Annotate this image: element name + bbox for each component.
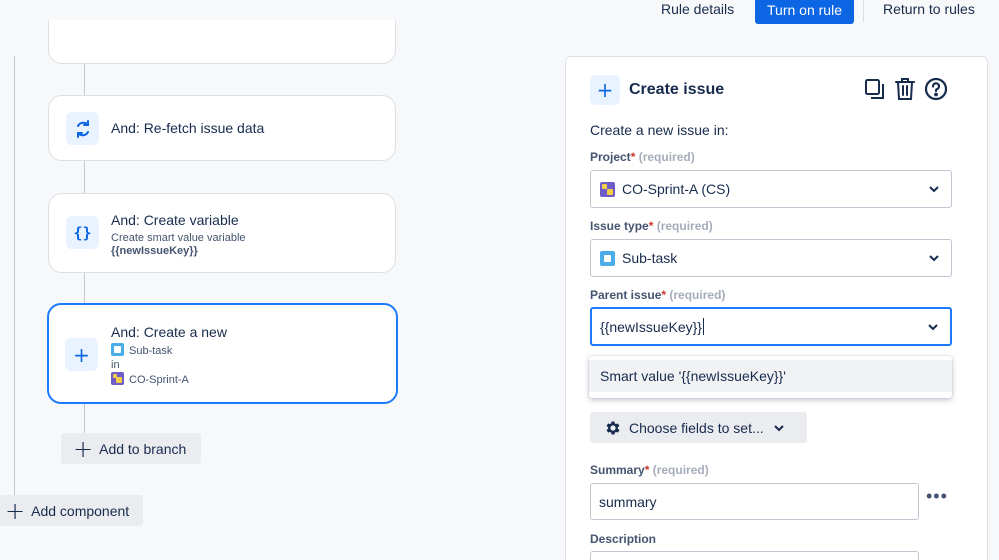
refetch-issue-card[interactable]: And: Re-fetch issue data [48,95,396,161]
rule-flow-line [14,56,15,496]
issue-type-label: Issue type* (required) [590,219,713,233]
chevron-down-icon [929,255,939,262]
project-value: CO-Sprint-A (CS) [622,181,731,197]
variable-card-title: And: Create variable [111,212,239,228]
add-to-branch-label: Add to branch [99,440,187,457]
project-icon [600,181,615,197]
panel-intro: Create a new issue in: [590,122,729,138]
return-to-rules-link[interactable]: Return to rules [883,1,975,17]
previous-component-card[interactable] [48,20,396,64]
smart-value-option[interactable]: Smart value '{{newIssueKey}}' [589,360,952,392]
project-icon [111,372,124,385]
subtask-icon [600,250,615,266]
rule-details-link[interactable]: Rule details [661,1,734,17]
plus-icon: + [73,434,94,463]
subtask-icon [111,343,124,356]
trash-icon[interactable] [892,76,918,102]
parent-issue-value: {{newIssueKey}} [600,318,702,335]
project-select[interactable]: CO-Sprint-A (CS) [590,170,952,208]
create-variable-card[interactable]: {} And: Create variable Create smart val… [48,193,396,273]
parent-issue-label: Parent issue* (required) [590,288,726,302]
description-label: Description [590,532,657,546]
issue-type-value: Sub-task [622,250,678,266]
summary-label: Summary* (required) [590,463,709,477]
create-card-in-label: in [111,359,120,371]
add-component-button[interactable]: + Add component [0,495,143,526]
project-label: Project* (required) [590,150,695,164]
description-input[interactable] [590,551,919,560]
gear-icon [606,420,620,435]
chevron-down-icon [929,186,939,193]
refresh-icon [66,112,99,145]
create-issue-card[interactable]: + And: Create a new Sub-task in CO-Sprin… [47,303,398,404]
issue-type-select[interactable]: Sub-task [590,239,952,277]
plus-icon: + [65,338,98,371]
parent-issue-input[interactable]: {{newIssueKey}} [590,307,952,346]
variable-card-subtitle: Create smart value variable [111,232,246,244]
add-component-label: Add component [31,502,130,519]
create-card-project: CO-Sprint-A [111,372,189,386]
create-card-issue-type: Sub-task [111,343,172,357]
choose-fields-button[interactable]: Choose fields to set... [590,412,807,443]
more-options-icon[interactable]: ••• [926,486,948,507]
summary-value: summary [599,493,657,510]
text-cursor [702,318,704,335]
curly-braces-icon: {} [66,216,99,249]
create-issue-panel: + Create issue Create a new issue in: Pr… [565,56,988,560]
divider [863,0,864,22]
plus-icon: + [5,496,26,525]
panel-title: Create issue [629,81,725,98]
chevron-down-icon [928,323,938,330]
choose-fields-label: Choose fields to set... [629,419,764,436]
help-icon[interactable] [923,76,949,102]
copy-icon[interactable] [862,76,888,102]
variable-card-name: {{newIssueKey}} [111,245,198,257]
refetch-card-title: And: Re-fetch issue data [111,120,265,136]
turn-on-rule-button[interactable]: Turn on rule [755,0,854,24]
add-to-branch-button[interactable]: + Add to branch [61,433,201,464]
parent-issue-dropdown: Smart value '{{newIssueKey}}' [589,356,952,398]
summary-input[interactable]: summary [590,483,919,520]
plus-icon: + [590,75,620,105]
chevron-down-icon [773,424,784,431]
create-card-title: And: Create a new [111,324,227,340]
